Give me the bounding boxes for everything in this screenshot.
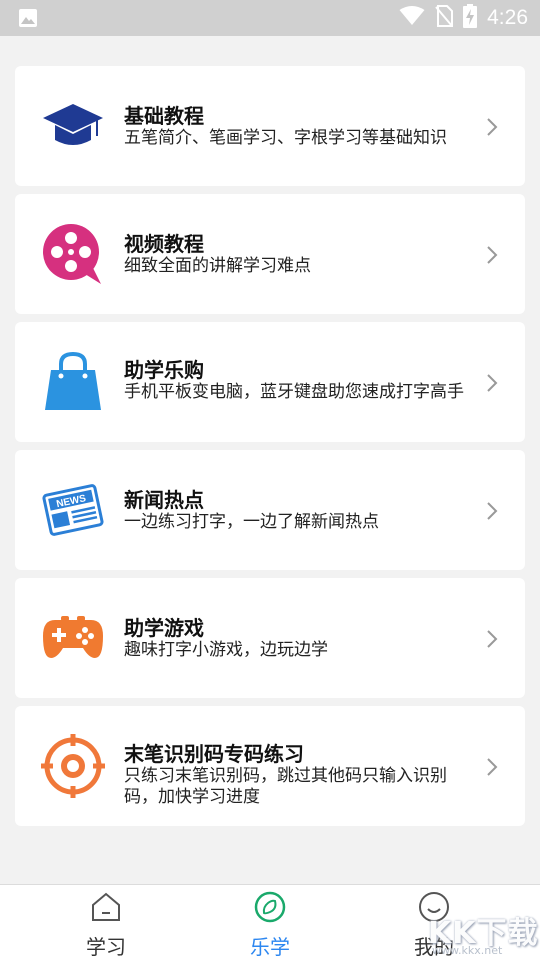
- chevron-right-icon: [487, 118, 498, 136]
- card-title: 新闻热点: [124, 488, 204, 512]
- card-desc: 细致全面的讲解学习难点: [124, 256, 311, 276]
- card-desc: 趣味打字小游戏，边玩边学: [124, 640, 328, 660]
- card-title: 助学游戏: [124, 616, 204, 640]
- status-time: 4:26: [487, 6, 528, 29]
- gamepad-icon: [41, 606, 105, 670]
- chevron-right-icon: [487, 502, 498, 520]
- tab-label: 乐学: [250, 935, 290, 959]
- watermark-url: www.kkx.net: [432, 944, 503, 957]
- target-icon: [41, 734, 105, 798]
- feature-list: 基础教程 五笔简介、笔画学习、字根学习等基础知识 视频教程 细致全面的讲解学习难…: [15, 66, 525, 834]
- wifi-icon: [399, 6, 425, 30]
- card-desc: 一边练习打字，一边了解新闻热点: [124, 512, 379, 532]
- status-bar: 4:26: [0, 0, 540, 36]
- chevron-right-icon: [487, 246, 498, 264]
- battery-charging-icon: [463, 4, 478, 32]
- home-icon: [92, 892, 120, 921]
- card-desc: 只练习末笔识别码，跳过其他码只输入识别码，加快学习进度: [124, 766, 447, 807]
- film-reel-icon: [41, 222, 105, 286]
- card-video-tutorial[interactable]: 视频教程 细致全面的讲解学习难点: [15, 194, 525, 314]
- chevron-right-icon: [487, 758, 498, 776]
- card-title: 助学乐购: [124, 358, 204, 382]
- chevron-right-icon: [487, 630, 498, 648]
- card-games[interactable]: 助学游戏 趣味打字小游戏，边玩边学: [15, 578, 525, 698]
- tab-fun-learning[interactable]: 乐学: [215, 885, 325, 961]
- card-desc: 手机平板变电脑，蓝牙键盘助您速成打字高手: [124, 382, 464, 402]
- card-title: 末笔识别码专码练习: [124, 742, 304, 766]
- card-news[interactable]: NEWS 新闻热点 一边练习打字，一边了解新闻热点: [15, 450, 525, 570]
- watermark-logo: KK下载 www.kkx.net: [422, 900, 540, 960]
- card-desc: 五笔简介、笔画学习、字根学习等基础知识: [124, 128, 447, 148]
- card-title: 视频教程: [124, 232, 204, 256]
- card-last-stroke-code[interactable]: 末笔识别码专码练习 只练习末笔识别码，跳过其他码只输入识别码，加快学习进度: [15, 706, 525, 826]
- no-sim-icon: [435, 5, 454, 31]
- card-basic-tutorial[interactable]: 基础教程 五笔简介、笔画学习、字根学习等基础知识: [15, 66, 525, 186]
- card-shopping[interactable]: 助学乐购 手机平板变电脑，蓝牙键盘助您速成打字高手: [15, 322, 525, 442]
- newspaper-icon: NEWS: [41, 478, 105, 542]
- tab-label: 学习: [86, 935, 126, 959]
- card-title: 基础教程: [124, 104, 204, 128]
- chevron-right-icon: [487, 374, 498, 392]
- tab-study[interactable]: 学习: [51, 885, 161, 961]
- shopping-bag-icon: [41, 350, 105, 414]
- graduation-cap-icon: [41, 94, 105, 158]
- image-icon: [18, 8, 38, 32]
- compass-icon: [254, 891, 286, 923]
